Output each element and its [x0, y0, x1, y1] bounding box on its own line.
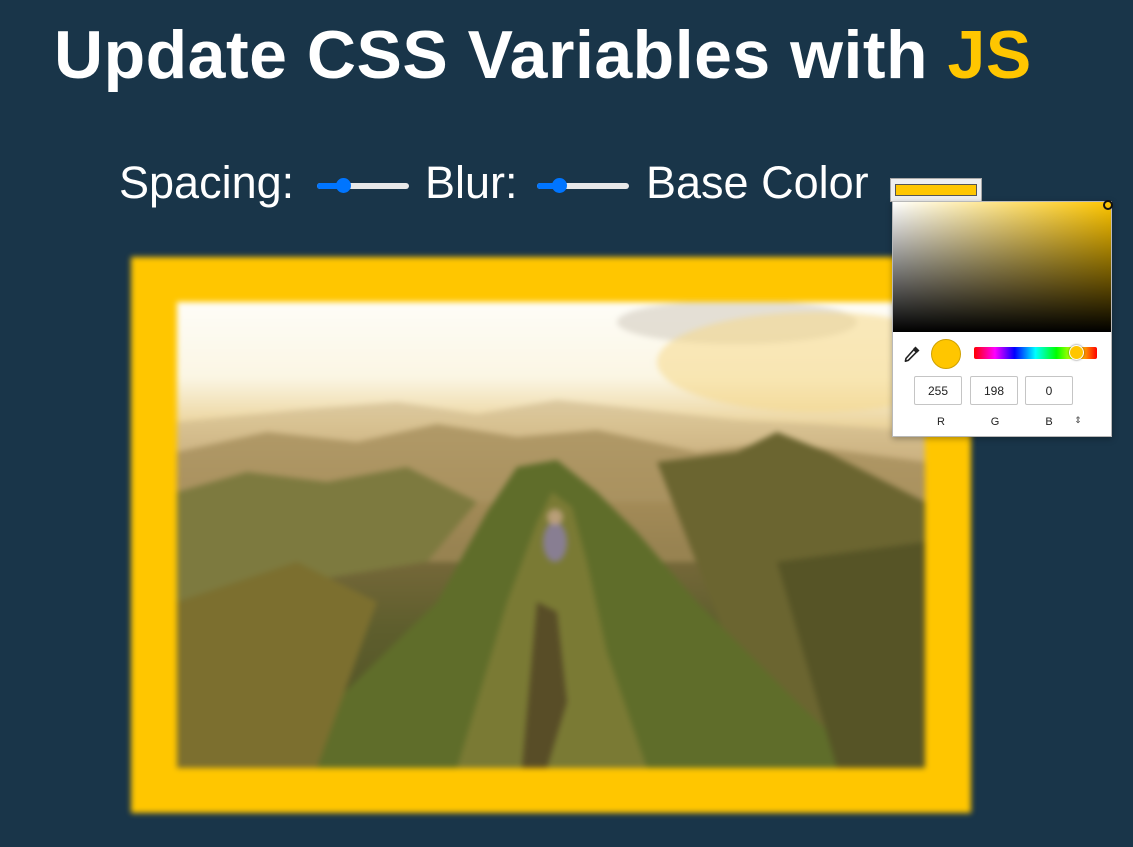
spacing-slider-thumb[interactable]	[336, 178, 352, 193]
blue-label: B	[1045, 416, 1053, 428]
mountain-photo-art	[177, 302, 925, 768]
blur-label: Blur:	[425, 157, 518, 208]
mode-toggle-icon[interactable]: ⇕	[1071, 413, 1085, 427]
blur-slider-thumb[interactable]	[552, 178, 568, 193]
eyedropper-icon[interactable]	[903, 345, 921, 363]
title-highlight: JS	[947, 17, 1032, 93]
base-color-label: Base Color	[646, 157, 869, 208]
green-label: G	[990, 416, 1000, 428]
spacing-slider[interactable]	[317, 178, 409, 193]
base-color-input[interactable]	[890, 178, 982, 202]
title-main: Update CSS Variables with	[54, 17, 929, 93]
image-frame	[131, 257, 971, 813]
red-input[interactable]	[914, 376, 962, 405]
base-color-swatch	[895, 184, 977, 196]
green-input[interactable]	[970, 376, 1018, 405]
blue-input[interactable]	[1025, 376, 1073, 405]
saturation-value-area[interactable]	[893, 200, 1113, 332]
red-label: R	[937, 416, 945, 428]
mountain-photo	[177, 302, 925, 768]
value-layer	[893, 202, 1111, 332]
color-preview	[931, 339, 961, 369]
blur-slider[interactable]	[537, 178, 629, 193]
color-picker-popup: R G B ⇕	[892, 200, 1113, 437]
page-title: Update CSS Variables with JS	[54, 16, 1032, 94]
hue-slider-thumb[interactable]	[1069, 345, 1085, 360]
sv-cursor[interactable]	[1103, 200, 1113, 210]
spacing-label: Spacing:	[119, 157, 295, 208]
